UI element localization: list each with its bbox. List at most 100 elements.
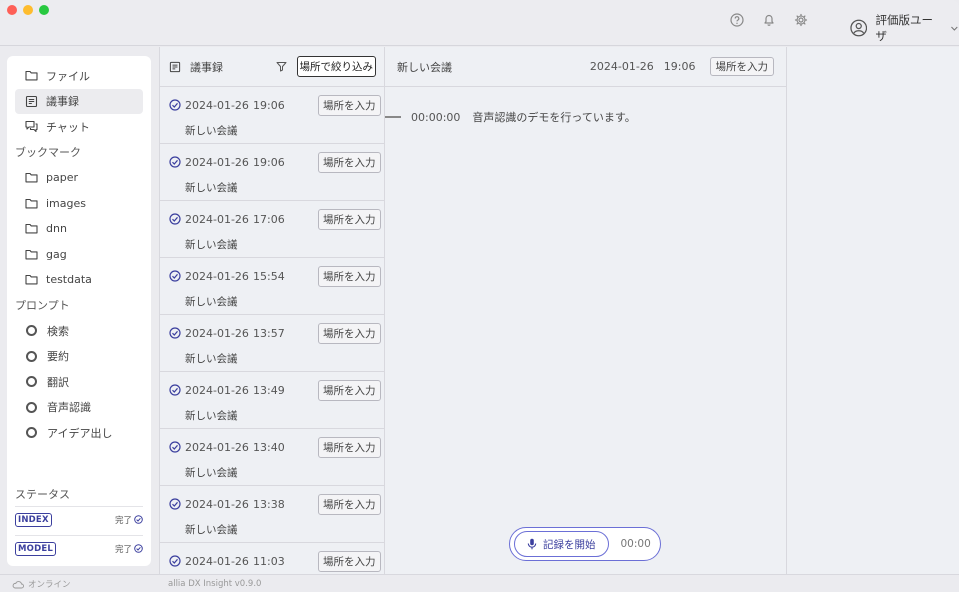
bell-icon[interactable]	[762, 13, 776, 27]
record-time: 13:57	[253, 327, 285, 340]
user-avatar-icon	[850, 19, 868, 37]
prompt-ring-icon	[26, 401, 37, 413]
prompts-heading: プロンプト	[15, 299, 70, 313]
bookmarks-heading: ブックマーク	[15, 146, 81, 160]
record-title: 新しい会議	[185, 296, 238, 308]
record-date: 2024-01-26	[185, 498, 249, 511]
record-title: 新しい会議	[185, 239, 238, 251]
minutes-record[interactable]: 2024-01-26 13:49 場所を入力 新しい会議	[160, 372, 384, 429]
check-circle-icon	[169, 270, 181, 282]
transcript-text: 音声認識のデモを行っています。	[472, 111, 636, 124]
record-date: 2024-01-26	[185, 384, 249, 397]
place-input-button[interactable]: 場所を入力	[318, 551, 381, 572]
prompt-ring-icon	[26, 325, 37, 337]
place-input-button[interactable]: 場所を入力	[318, 95, 381, 116]
minutes-record[interactable]: 2024-01-26 19:06 場所を入力 新しい会議	[160, 87, 384, 144]
app-window: 評価版ユーザ ファイル 議事録 チャット ブックマーク paper images	[0, 0, 959, 592]
minutes-record[interactable]: 2024-01-26 15:54 場所を入力 新しい会議	[160, 258, 384, 315]
prompt-item-ideation[interactable]: アイデア出し	[15, 420, 143, 446]
place-input-button[interactable]: 場所を入力	[318, 437, 381, 458]
record-date: 2024-01-26	[185, 441, 249, 454]
bookmark-label: testdata	[46, 273, 92, 287]
place-input-button[interactable]: 場所を入力	[318, 266, 381, 287]
check-circle-icon	[134, 515, 143, 524]
right-panel	[786, 47, 959, 574]
help-icon[interactable]	[730, 13, 744, 27]
user-menu[interactable]: 評価版ユーザ	[850, 12, 959, 44]
minutes-record[interactable]: 2024-01-26 17:06 場所を入力 新しい会議	[160, 201, 384, 258]
place-input-button[interactable]: 場所を入力	[318, 152, 381, 173]
bookmark-item-gag[interactable]: gag	[15, 242, 143, 268]
title-bar: 評価版ユーザ	[0, 0, 959, 46]
status-badge: INDEX	[15, 512, 52, 527]
minutes-record[interactable]: 2024-01-2611:03場所を入力新しい会議	[160, 543, 384, 574]
place-input-button[interactable]: 場所を入力	[709, 57, 774, 76]
sidebar: ファイル 議事録 チャット ブックマーク paper images dnn ga…	[7, 56, 151, 566]
record-date: 2024-01-26	[185, 327, 249, 340]
minutes-record[interactable]: 2024-01-26 13:38 場所を入力 新しい会議	[160, 486, 384, 543]
minutes-detail-panel: 新しい会議 2024-01-26 19:06 場所を入力 00:00:00 音声…	[385, 47, 786, 574]
connection-label: オンライン	[28, 580, 71, 590]
record-time: 19:06	[253, 156, 285, 169]
prompt-label: 要約	[47, 350, 69, 364]
place-input-button[interactable]: 場所を入力	[318, 494, 381, 515]
bookmark-item-paper[interactable]: paper	[15, 165, 143, 191]
filter-icon[interactable]	[276, 61, 287, 72]
prompt-item-translate[interactable]: 翻訳	[15, 369, 143, 395]
record-date: 2024-01-26	[185, 99, 249, 112]
filter-by-place-button[interactable]: 場所で絞り込み	[296, 56, 376, 77]
record-title: 新しい会議	[185, 524, 238, 536]
header-actions	[730, 13, 808, 27]
close-window-button[interactable]	[7, 5, 17, 15]
minutes-record[interactable]: 2024-01-26 13:40 場所を入力 新しい会議	[160, 429, 384, 486]
sidebar-item-label: ファイル	[46, 69, 90, 83]
minutes-record[interactable]: 2024-01-26 19:06 場所を入力 新しい会議	[160, 144, 384, 201]
meeting-title[interactable]: 新しい会議	[397, 59, 590, 75]
place-input-button[interactable]: 場所を入力	[318, 380, 381, 401]
sidebar-item-minutes[interactable]: 議事録	[15, 88, 143, 114]
minutes-icon	[25, 95, 38, 107]
prompt-ring-icon	[26, 376, 37, 388]
start-recording-label: 記録を開始	[543, 538, 596, 551]
recording-bar: 記録を開始 00:00	[509, 527, 661, 561]
record-title: 新しい会議	[185, 182, 238, 194]
status-row-model: MODEL 完了	[15, 535, 143, 561]
sidebar-item-files[interactable]: ファイル	[15, 63, 143, 89]
bookmark-item-testdata[interactable]: testdata	[15, 267, 143, 293]
sidebar-item-label: チャット	[46, 120, 90, 134]
cloud-icon	[12, 580, 24, 588]
check-circle-icon	[169, 156, 181, 168]
status-badge: MODEL	[15, 541, 56, 556]
prompt-item-speech-recognition[interactable]: 音声認識	[15, 395, 143, 421]
place-input-button[interactable]: 場所を入力	[318, 209, 381, 230]
minutes-record[interactable]: 2024-01-26 13:57 場所を入力 新しい会議	[160, 315, 384, 372]
prompt-ring-icon	[26, 350, 37, 362]
status-state: 完了	[114, 544, 132, 555]
maximize-window-button[interactable]	[39, 5, 49, 15]
sidebar-item-label: 議事録	[46, 95, 79, 109]
prompt-item-search[interactable]: 検索	[15, 318, 143, 344]
prompt-item-summary[interactable]: 要約	[15, 344, 143, 370]
minimize-window-button[interactable]	[23, 5, 33, 15]
check-circle-icon	[169, 213, 181, 225]
status-bar: オンライン allia DX Insight v0.9.0	[0, 574, 959, 592]
detail-header: 新しい会議 2024-01-26 19:06 場所を入力	[385, 47, 786, 87]
bookmark-item-images[interactable]: images	[15, 191, 143, 217]
folder-icon	[25, 173, 38, 183]
record-time: 11:03	[253, 555, 285, 568]
minutes-list-header: 議事録 場所で絞り込み	[160, 47, 384, 87]
record-time: 15:54	[253, 270, 285, 283]
microphone-icon	[527, 538, 537, 550]
bookmark-item-dnn[interactable]: dnn	[15, 216, 143, 242]
meeting-time: 19:06	[663, 60, 696, 73]
place-input-button[interactable]: 場所を入力	[318, 323, 381, 344]
status-heading: ステータス	[15, 488, 70, 501]
start-recording-button[interactable]: 記録を開始	[514, 531, 609, 557]
record-title: 新しい会議	[185, 125, 238, 137]
gear-icon[interactable]	[794, 13, 808, 27]
status-row-index: INDEX 完了	[15, 506, 143, 532]
sidebar-item-chat[interactable]: チャット	[15, 114, 143, 140]
meeting-date: 2024-01-26	[589, 60, 654, 73]
transcript-line: 00:00:00 音声認識のデモを行っています。	[385, 109, 636, 125]
check-circle-icon	[169, 384, 181, 396]
